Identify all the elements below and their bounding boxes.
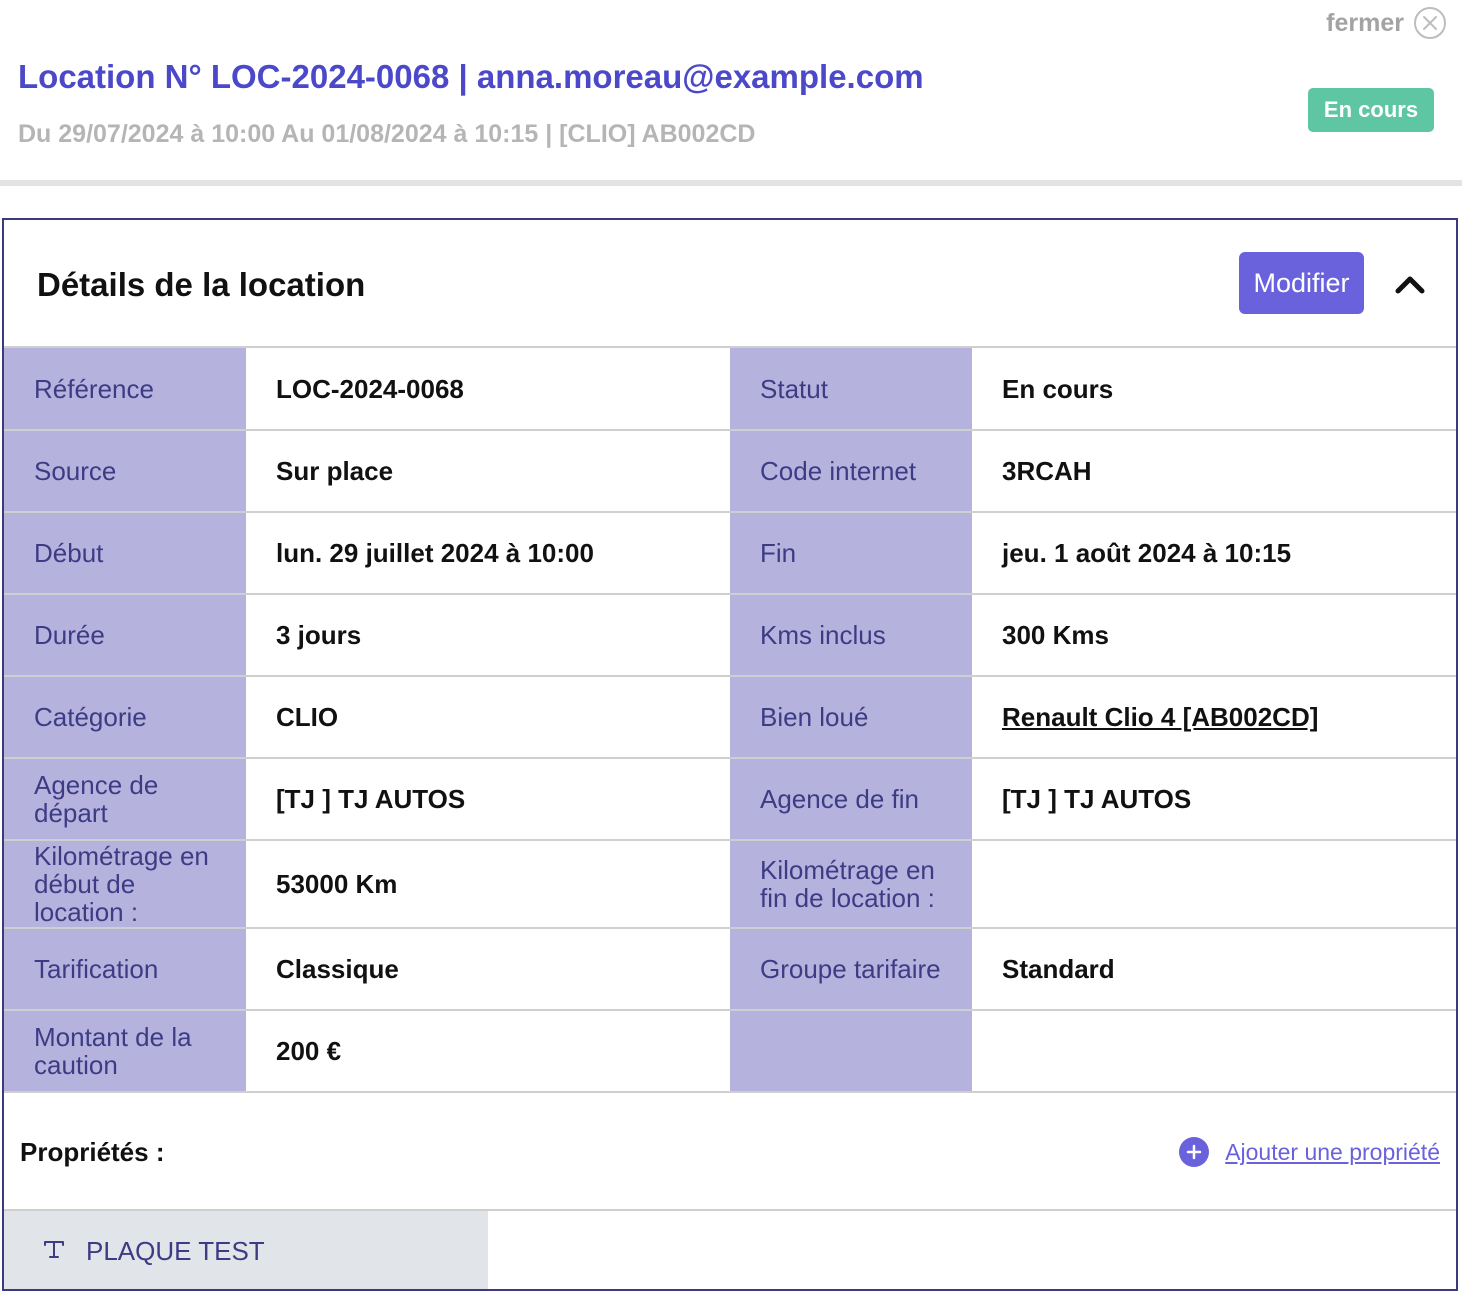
add-property-link[interactable]: Ajouter une propriété: [1179, 1137, 1440, 1167]
table-row: Agence de départ [TJ ] TJ AUTOS Agence d…: [4, 758, 1456, 841]
value-duration: 3 jours: [246, 594, 730, 677]
value-end-agency: [TJ ] TJ AUTOS: [972, 758, 1456, 841]
table-row: Source Sur place Code internet 3RCAH: [4, 430, 1456, 513]
value-source: Sur place: [246, 430, 730, 513]
value-start-agency: [TJ ] TJ AUTOS: [246, 758, 730, 841]
property-label: PLAQUE TEST: [86, 1235, 265, 1266]
value-category: CLIO: [246, 676, 730, 759]
label-reference: Référence: [4, 348, 246, 431]
table-row: Début lun. 29 juillet 2024 à 10:00 Fin j…: [4, 512, 1456, 595]
details-table: Référence LOC-2024-0068 Statut En cours …: [4, 348, 1456, 1093]
label-deposit: Montant de la caution: [4, 1010, 246, 1093]
value-pricing: Classique: [246, 928, 730, 1011]
rented-item-link[interactable]: Renault Clio 4 [AB002CD]: [1002, 702, 1318, 732]
table-row: Référence LOC-2024-0068 Statut En cours: [4, 348, 1456, 431]
label-category: Catégorie: [4, 676, 246, 759]
close-area[interactable]: fermer: [1326, 7, 1446, 39]
chevron-up-icon[interactable]: [1392, 266, 1428, 302]
label-empty: [730, 1010, 972, 1093]
label-included-kms: Kms inclus: [730, 594, 972, 677]
properties-list: PLAQUE TEST: [4, 1211, 1456, 1289]
label-end: Fin: [730, 512, 972, 595]
label-source: Source: [4, 430, 246, 513]
page-title: Location N° LOC-2024-0068 | anna.moreau@…: [18, 58, 924, 95]
value-status: En cours: [972, 348, 1456, 431]
value-price-group: Standard: [972, 928, 1456, 1011]
table-row: Tarification Classique Groupe tarifaire …: [4, 928, 1456, 1011]
table-row: Montant de la caution 200 €: [4, 1010, 1456, 1093]
status-badge: En cours: [1308, 88, 1434, 132]
label-internet-code: Code internet: [730, 430, 972, 513]
add-property-label[interactable]: Ajouter une propriété: [1225, 1139, 1440, 1166]
table-row: Catégorie CLIO Bien loué Renault Clio 4 …: [4, 676, 1456, 759]
table-row: Durée 3 jours Kms inclus 300 Kms: [4, 594, 1456, 677]
label-start: Début: [4, 512, 246, 595]
label-end-mileage: Kilométrage en fin de location :: [730, 840, 972, 929]
label-status: Statut: [730, 348, 972, 431]
card-header: Détails de la location Modifier: [4, 220, 1456, 348]
plus-circle-icon[interactable]: [1179, 1137, 1210, 1167]
rental-details-card: Détails de la location Modifier Référenc…: [2, 218, 1458, 1291]
header-divider: [0, 180, 1462, 186]
label-start-mileage: Kilométrage en début de location :: [4, 840, 246, 929]
page-subtitle: Du 29/07/2024 à 10:00 Au 01/08/2024 à 10…: [18, 120, 756, 148]
value-end-mileage: [972, 840, 1456, 929]
properties-label: Propriétés :: [20, 1137, 165, 1167]
properties-section: Propriétés : Ajouter une propriété: [4, 1093, 1456, 1211]
label-rented-item: Bien loué: [730, 676, 972, 759]
card-title: Détails de la location: [37, 266, 366, 303]
value-internet-code: 3RCAH: [972, 430, 1456, 513]
table-row: Kilométrage en début de location : 53000…: [4, 840, 1456, 929]
value-reference: LOC-2024-0068: [246, 348, 730, 431]
text-type-icon: [42, 1237, 66, 1266]
label-start-agency: Agence de départ: [4, 758, 246, 841]
close-icon[interactable]: [1414, 7, 1446, 39]
label-pricing: Tarification: [4, 928, 246, 1011]
modify-button[interactable]: Modifier: [1239, 252, 1364, 314]
close-label[interactable]: fermer: [1326, 9, 1404, 38]
value-end: jeu. 1 août 2024 à 10:15: [972, 512, 1456, 595]
value-start: lun. 29 juillet 2024 à 10:00: [246, 512, 730, 595]
value-empty: [972, 1010, 1456, 1093]
value-included-kms: 300 Kms: [972, 594, 1456, 677]
value-deposit: 200 €: [246, 1010, 730, 1093]
value-start-mileage: 53000 Km: [246, 840, 730, 929]
label-end-agency: Agence de fin: [730, 758, 972, 841]
label-price-group: Groupe tarifaire: [730, 928, 972, 1011]
label-duration: Durée: [4, 594, 246, 677]
property-item[interactable]: PLAQUE TEST: [4, 1211, 488, 1289]
